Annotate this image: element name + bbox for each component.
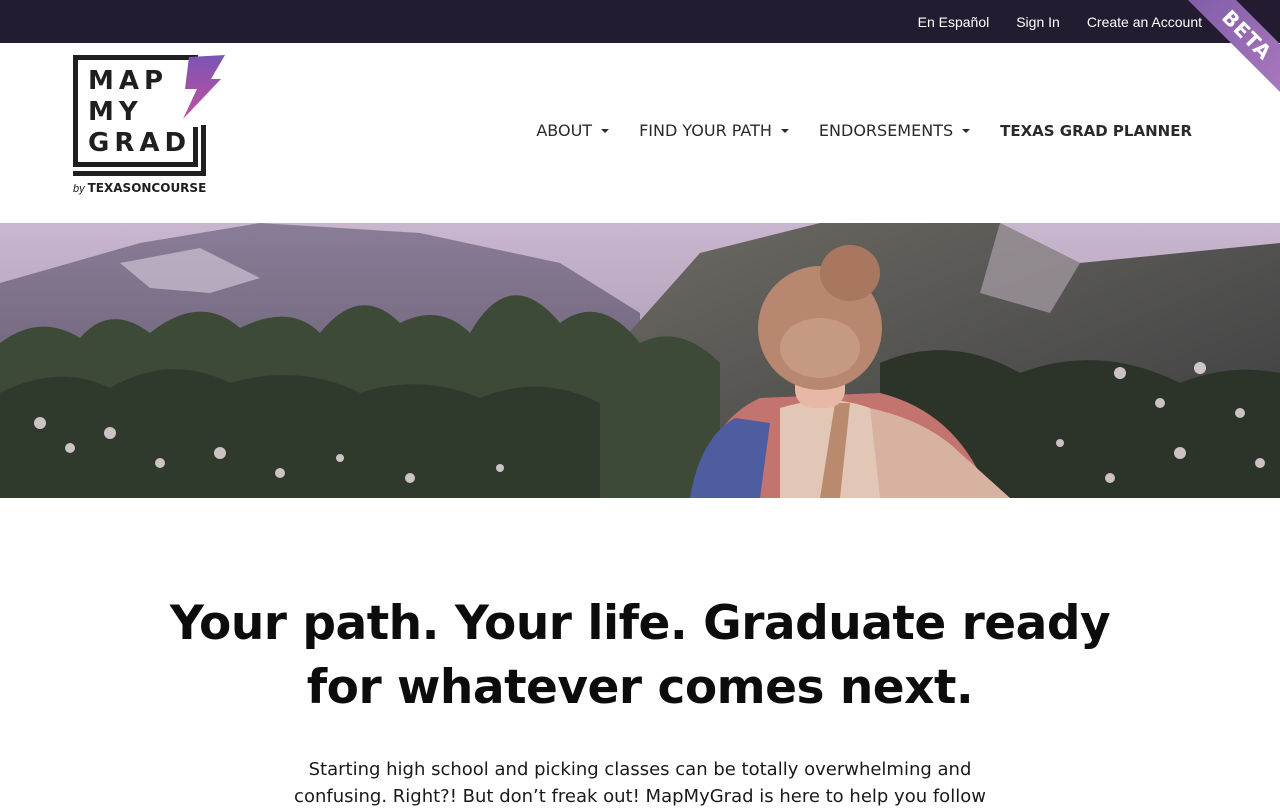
- main-nav: ABOUT FIND YOUR PATH ENDORSEMENTS TEXAS …: [536, 121, 1192, 140]
- intro-paragraph: Starting high school and picking classes…: [294, 759, 986, 807]
- site-header: MAP MY GRAD by TEXASONCOURSE ABOUT FIND Y…: [0, 43, 1280, 223]
- lightning-bolt-icon: [183, 55, 225, 119]
- nav-find-your-path[interactable]: FIND YOUR PATH: [639, 121, 789, 140]
- caret-down-icon: [601, 128, 610, 133]
- logo-byline: by TEXASONCOURSE: [73, 181, 206, 195]
- caret-down-icon: [780, 128, 789, 133]
- espanol-link[interactable]: En Español: [918, 14, 990, 30]
- logo-wordmark: MAP MY GRAD: [88, 66, 191, 159]
- hero-banner: [0, 223, 1280, 498]
- logo-line-my: MY: [88, 97, 143, 127]
- nav-about-label: ABOUT: [536, 121, 593, 140]
- logo-line-map: MAP: [88, 66, 169, 96]
- utility-bar: En Español Sign In Create an Account: [0, 0, 1280, 43]
- nav-find-your-path-label: FIND YOUR PATH: [639, 121, 772, 140]
- logo-byline-org: TEXASONCOURSE: [87, 181, 207, 195]
- logo-frame-edge: [201, 125, 206, 176]
- sign-in-link[interactable]: Sign In: [1016, 14, 1060, 30]
- nav-about[interactable]: ABOUT: [536, 121, 610, 140]
- utility-nav: En Español Sign In Create an Account: [918, 0, 1202, 43]
- caret-down-icon: [962, 128, 971, 133]
- hero-image: [0, 223, 1280, 498]
- logo-line-grad: GRAD: [88, 128, 192, 158]
- site-logo[interactable]: MAP MY GRAD by TEXASONCOURSE: [73, 55, 233, 200]
- nav-texas-grad-planner-label: TEXAS GRAD PLANNER: [1000, 121, 1192, 140]
- logo-frame-bottom: [73, 171, 206, 176]
- nav-texas-grad-planner[interactable]: TEXAS GRAD PLANNER: [1000, 122, 1192, 140]
- logo-byline-by: by: [73, 183, 85, 195]
- create-account-link[interactable]: Create an Account: [1087, 14, 1202, 30]
- nav-endorsements-label: ENDORSEMENTS: [818, 121, 954, 140]
- page-headline: Your path. Your life. Graduate ready for…: [169, 596, 1111, 715]
- nav-endorsements[interactable]: ENDORSEMENTS: [818, 121, 971, 140]
